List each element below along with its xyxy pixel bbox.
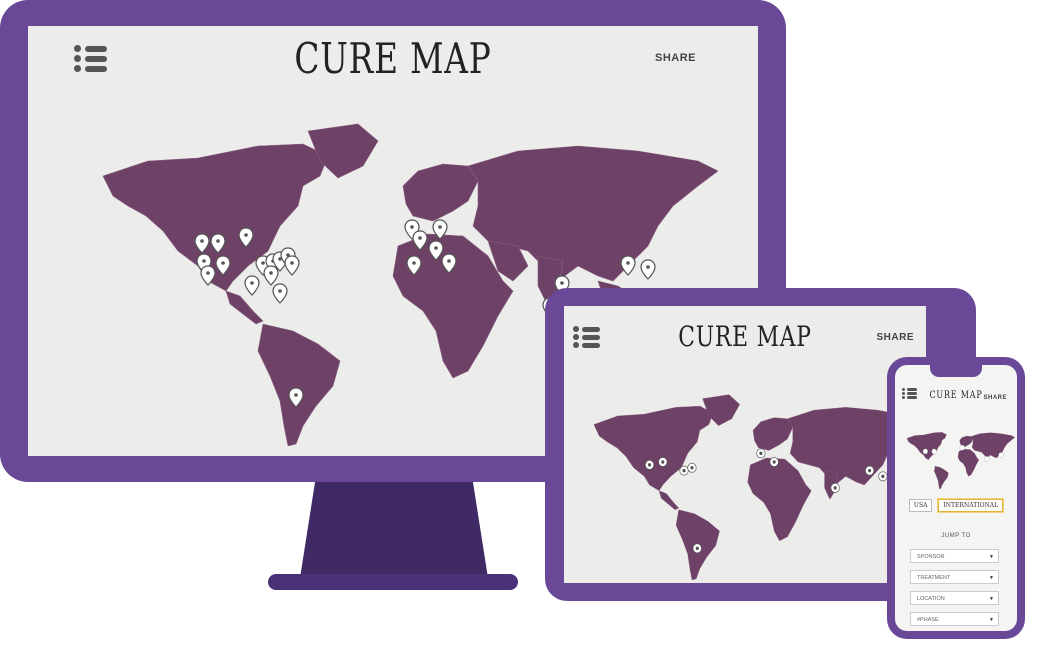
pin-icon[interactable] [644, 459, 655, 470]
pin-icon[interactable] [830, 482, 840, 493]
region-toggle: USA INTERNATIONAL [895, 499, 1017, 512]
pin-icon[interactable] [878, 471, 888, 482]
pin-icon[interactable] [620, 255, 636, 276]
pin-icon[interactable] [679, 465, 689, 476]
monitor-base [268, 574, 518, 590]
world-map [906, 432, 1015, 489]
pin-icon[interactable] [687, 462, 697, 473]
pin-icon[interactable] [931, 448, 937, 455]
pin-icon[interactable] [769, 457, 779, 467]
tablet-screen: CURE MAP SHARE [564, 306, 926, 583]
phone-device: CURE MAP SHARE USA INTERNATIONAL JUMP TO… [887, 357, 1025, 639]
pin-icon[interactable] [263, 265, 279, 286]
pin-icon[interactable] [922, 448, 928, 455]
toggle-international[interactable]: INTERNATIONAL [938, 499, 1004, 512]
phone-notch [930, 365, 982, 377]
caret-down-icon: ▼ [989, 575, 994, 581]
jump-to-label: JUMP TO [941, 533, 971, 539]
share-button[interactable]: SHARE [655, 52, 696, 64]
pin-icon[interactable] [658, 457, 668, 467]
pin-icon[interactable] [284, 255, 300, 276]
pin-icon[interactable] [998, 452, 1004, 458]
pin-icon[interactable] [244, 275, 260, 296]
location-select[interactable]: LOCATION ▼ [910, 591, 999, 605]
cure-map-logo[interactable]: CURE MAP [604, 320, 886, 353]
cure-map-logo[interactable]: CURE MAP [108, 34, 677, 83]
pin-icon[interactable] [959, 444, 965, 451]
caret-down-icon: ▼ [989, 554, 994, 560]
central-america-shape [225, 290, 264, 325]
phase-select[interactable]: #PHASE ▼ [910, 612, 999, 626]
filter-selects: SPONSOR ▼ TREATMENT ▼ LOCATION ▼ #PHASE ▼ [910, 549, 999, 631]
south-america-shape [257, 323, 341, 446]
list-menu-icon[interactable] [573, 326, 600, 348]
pin-icon[interactable] [984, 456, 990, 462]
monitor-stand [300, 482, 488, 578]
caret-down-icon: ▼ [989, 596, 994, 602]
toggle-usa[interactable]: USA [908, 499, 933, 512]
caret-down-icon: ▼ [989, 617, 994, 623]
share-button[interactable]: SHARE [876, 332, 914, 343]
world-map [593, 394, 920, 580]
pin-icon[interactable] [272, 283, 288, 304]
pin-icon[interactable] [640, 259, 656, 280]
europe-shape [402, 163, 479, 222]
treatment-select[interactable]: TREATMENT ▼ [910, 570, 999, 584]
sponsor-select[interactable]: SPONSOR ▼ [910, 549, 999, 563]
share-button[interactable]: SHARE [983, 395, 1007, 401]
pin-icon[interactable] [756, 448, 766, 459]
pin-icon[interactable] [865, 465, 875, 476]
pin-icon[interactable] [692, 543, 702, 554]
phone-screen: CURE MAP SHARE USA INTERNATIONAL JUMP TO… [895, 365, 1017, 631]
list-menu-icon[interactable] [74, 45, 107, 72]
